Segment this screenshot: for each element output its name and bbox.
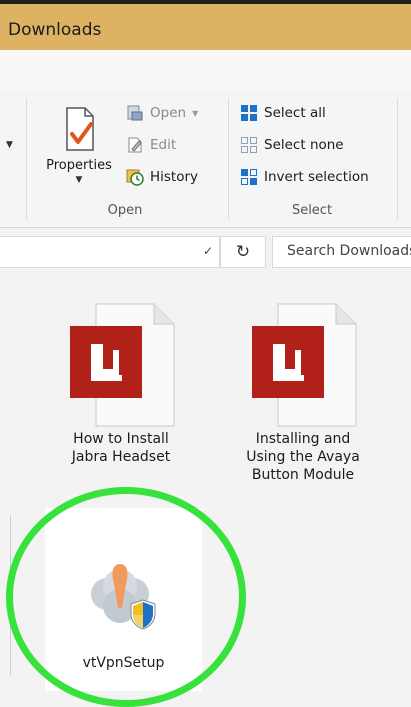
history-button[interactable]: History <box>126 168 198 186</box>
select-none-icon <box>241 137 257 153</box>
properties-button[interactable]: Properties ▼ <box>40 104 118 185</box>
invert-selection-button[interactable]: Invert selection <box>240 168 369 186</box>
refresh-button[interactable]: ↻ <box>220 236 266 268</box>
history-icon <box>126 169 144 186</box>
open-icon <box>127 105 143 121</box>
file-name: vtVpnSetup <box>82 655 165 671</box>
search-input[interactable]: Search Downloads <box>272 236 411 268</box>
select-none-button[interactable]: Select none <box>240 136 344 154</box>
address-bar-row: ✓ ↻ Search Downloads <box>0 236 411 270</box>
pdf-icon <box>70 303 175 427</box>
file-name: How to Install <box>73 431 169 447</box>
ribbon-separator <box>228 98 229 220</box>
search-placeholder: Search Downloads <box>287 243 411 259</box>
open-button[interactable]: Open ▼ <box>126 104 198 122</box>
properties-icon <box>66 107 94 151</box>
file-name: Using the Avaya <box>246 449 360 465</box>
file-name: Jabra Headset <box>71 449 171 465</box>
select-all-label: Select all <box>264 105 326 121</box>
ribbon-tab-strip <box>0 50 411 91</box>
title-bar: Downloads <box>0 0 411 50</box>
file-item[interactable]: Installing and Using the Avaya Button Mo… <box>228 300 378 484</box>
chevron-down-icon[interactable]: ✓ <box>203 244 213 258</box>
invert-selection-icon <box>241 169 257 185</box>
ribbon-separator <box>26 98 27 220</box>
edit-label: Edit <box>150 137 177 153</box>
select-group-label: Select <box>291 203 333 218</box>
select-none-label: Select none <box>264 137 344 153</box>
invert-selection-label: Invert selection <box>264 169 369 185</box>
installer-icon <box>91 564 156 630</box>
file-name: Button Module <box>251 467 355 483</box>
file-name: Installing and <box>255 431 351 447</box>
pdf-icon <box>252 303 357 427</box>
edit-icon <box>128 137 142 153</box>
address-bar[interactable]: ✓ <box>0 236 220 268</box>
file-item-selected[interactable]: vtVpnSetup <box>45 508 202 691</box>
edit-button[interactable]: Edit <box>126 136 176 154</box>
file-item[interactable]: How to Install Jabra Headset <box>46 300 196 466</box>
properties-label: Properties <box>46 158 112 173</box>
history-label: History <box>150 169 199 185</box>
window-title: Downloads <box>8 20 102 40</box>
select-all-icon <box>241 105 257 121</box>
dropdown-arrow-icon[interactable]: ▼ <box>6 140 13 150</box>
chevron-down-icon: ▼ <box>192 108 199 118</box>
open-group-label: Open <box>107 203 143 218</box>
refresh-icon: ↻ <box>235 242 251 262</box>
selection-border <box>10 515 39 675</box>
select-all-button[interactable]: Select all <box>240 104 326 122</box>
chevron-down-icon: ▼ <box>75 175 83 185</box>
ribbon-separator <box>397 98 398 220</box>
open-label: Open <box>150 105 187 121</box>
